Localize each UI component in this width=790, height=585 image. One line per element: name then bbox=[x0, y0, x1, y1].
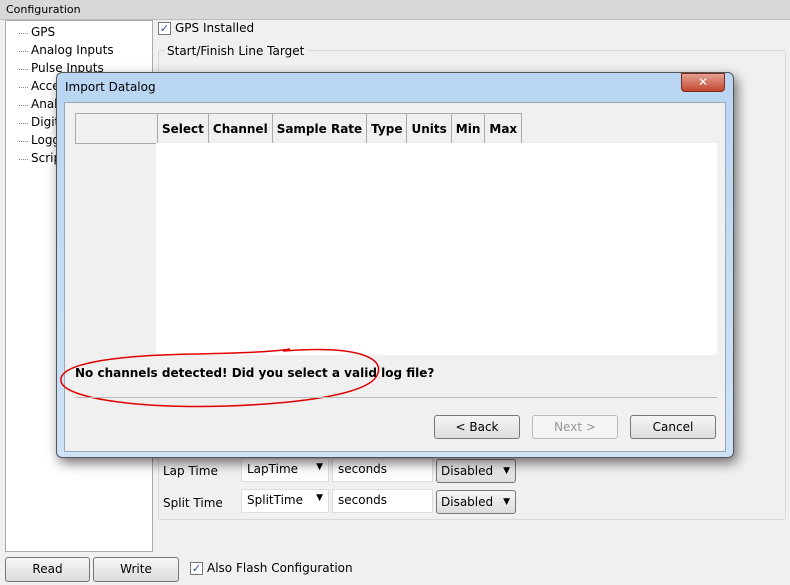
group-title: Start/Finish Line Target bbox=[164, 44, 308, 58]
column-header-blank bbox=[75, 113, 158, 144]
read-button[interactable]: Read bbox=[5, 557, 90, 582]
split-time-channel-select[interactable]: SplitTime ▼ bbox=[241, 489, 329, 513]
gps-installed-label: GPS Installed bbox=[175, 21, 255, 35]
check-icon: ✓ bbox=[190, 562, 203, 575]
split-time-units-input[interactable]: seconds bbox=[332, 489, 433, 513]
split-time-mode-select[interactable]: Disabled ▼ bbox=[436, 490, 516, 514]
dialog-title: Import Datalog bbox=[65, 80, 156, 94]
write-button[interactable]: Write bbox=[93, 557, 179, 582]
gps-installed-checkbox[interactable]: ✓ GPS Installed bbox=[158, 21, 254, 35]
separator bbox=[75, 397, 717, 398]
tree-item-digital[interactable]: Digit bbox=[18, 115, 59, 129]
next-button[interactable]: Next > bbox=[532, 415, 618, 439]
lap-time-label: Lap Time bbox=[163, 464, 218, 478]
red-annotation-ellipse bbox=[60, 348, 380, 408]
lap-time-units-input[interactable]: seconds bbox=[332, 458, 433, 482]
dropdown-arrow-icon: ▼ bbox=[503, 466, 510, 476]
also-flash-label: Also Flash Configuration bbox=[207, 561, 353, 575]
import-datalog-dialog: Import Datalog ✕ Select Channel Sample R… bbox=[56, 72, 734, 458]
column-header-max[interactable]: Max bbox=[484, 113, 523, 144]
cancel-button[interactable]: Cancel bbox=[630, 415, 716, 439]
column-header-min[interactable]: Min bbox=[450, 113, 486, 144]
column-header-type[interactable]: Type bbox=[366, 113, 408, 144]
close-button[interactable]: ✕ bbox=[681, 73, 725, 92]
dropdown-arrow-icon: ▼ bbox=[316, 462, 323, 472]
column-header-channel[interactable]: Channel bbox=[207, 113, 273, 144]
tree-item-analog-inputs[interactable]: Analog Inputs bbox=[19, 43, 114, 57]
split-time-label: Split Time bbox=[163, 496, 223, 510]
check-icon: ✓ bbox=[158, 22, 171, 35]
dropdown-arrow-icon: ▼ bbox=[503, 497, 510, 507]
also-flash-checkbox[interactable]: ✓ Also Flash Configuration bbox=[190, 561, 353, 575]
channel-table-header: Select Channel Sample Rate Type Units Mi… bbox=[75, 113, 523, 144]
lap-time-channel-select[interactable]: LapTime ▼ bbox=[241, 458, 329, 482]
config-header: Configuration bbox=[0, 0, 790, 20]
back-button[interactable]: < Back bbox=[434, 415, 520, 439]
dropdown-arrow-icon: ▼ bbox=[316, 493, 323, 503]
channel-grid[interactable] bbox=[156, 143, 717, 355]
lap-time-mode-select[interactable]: Disabled ▼ bbox=[436, 459, 516, 483]
tree-item-gps[interactable]: GPS bbox=[18, 25, 56, 39]
dialog-body: Select Channel Sample Rate Type Units Mi… bbox=[60, 102, 726, 452]
column-header-units[interactable]: Units bbox=[406, 113, 452, 144]
column-header-sample-rate[interactable]: Sample Rate bbox=[271, 113, 368, 144]
column-header-select[interactable]: Select bbox=[157, 113, 209, 144]
